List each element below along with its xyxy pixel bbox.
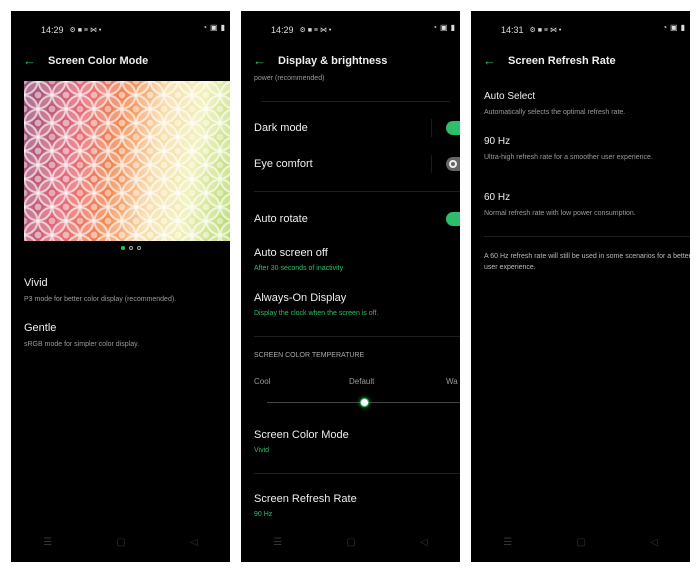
page-title: Display & brightness xyxy=(278,54,388,67)
option-label: Vivid xyxy=(24,277,48,289)
menu-icon[interactable]: ☰ xyxy=(273,537,282,548)
preview-image-citrus[interactable] xyxy=(24,81,230,241)
temp-default-label: Default xyxy=(349,377,375,386)
status-time: 14:29 xyxy=(41,25,64,35)
option-label: 60 Hz xyxy=(484,192,511,203)
back-icon[interactable]: ◁ xyxy=(650,537,658,548)
status-bar: 14:31 ⚙ ■ ≡ ⋈ • ◔▣▮ xyxy=(501,23,690,37)
home-icon[interactable]: ▢ xyxy=(116,537,125,548)
nav-bar: ☰ ▢ ◁ xyxy=(11,537,230,548)
status-time: 14:29 xyxy=(271,25,294,35)
dot[interactable] xyxy=(129,246,133,250)
page-title: Screen Refresh Rate xyxy=(508,54,616,67)
section-heading: SCREEN COLOR TEMPERATURE xyxy=(254,352,365,359)
status-icons: ⚙ ■ ≡ ⋈ • xyxy=(69,27,102,34)
nav-bar: ☰ ▢ ◁ xyxy=(241,537,460,548)
eye-comfort-toggle[interactable] xyxy=(446,157,460,171)
status-time: 14:31 xyxy=(501,25,524,35)
back-icon[interactable]: ◁ xyxy=(190,537,198,548)
menu-icon[interactable]: ☰ xyxy=(503,537,512,548)
menu-icon[interactable]: ☰ xyxy=(43,537,52,548)
dot[interactable] xyxy=(121,246,125,250)
back-arrow-icon[interactable]: ← xyxy=(483,53,496,68)
option-desc: P3 mode for better color display (recomm… xyxy=(24,296,177,303)
row-label: Auto screen off xyxy=(254,247,328,259)
status-icons: ⚙ ■ ≡ ⋈ • xyxy=(299,27,332,34)
back-arrow-icon[interactable]: ← xyxy=(253,53,266,68)
cut-off-text: power (recommended) xyxy=(254,75,325,82)
phone-display-brightness: 14:29 ⚙ ■ ≡ ⋈ • ◔▣▮ ← Display & brightness … xyxy=(241,11,460,562)
signal-battery-icon: ◔▣▮ xyxy=(432,23,458,32)
page-title: Screen Color Mode xyxy=(48,54,149,67)
status-bar: 14:29 ⚙ ■ ≡ ⋈ • ◔▣▮ xyxy=(271,23,460,37)
row-value: After 30 seconds of inactivity xyxy=(254,265,344,272)
option-desc: Automatically selects the optimal refres… xyxy=(484,109,626,116)
row-label: Dark mode xyxy=(254,122,308,134)
option-desc: sRGB mode for simpler color display. xyxy=(24,341,140,348)
row-label: Screen Refresh Rate xyxy=(254,493,357,505)
option-label: 90 Hz xyxy=(484,136,511,147)
option-desc: Ultra-high refresh rate for a smoother u… xyxy=(484,154,653,161)
signal-battery-icon: ◔▣▮ xyxy=(202,23,228,32)
row-value: Display the clock when the screen is off… xyxy=(254,310,379,317)
option-desc: Normal refresh rate with low power consu… xyxy=(484,210,636,217)
auto-rotate-toggle[interactable] xyxy=(446,212,460,226)
back-icon[interactable]: ◁ xyxy=(420,537,428,548)
phone-screen-color-mode: 14:29 ⚙ ■ ≡ ⋈ • ◔▣▮ ← Screen Color Mode Viv… xyxy=(11,11,230,562)
signal-battery-icon: ◔▣▮ xyxy=(662,23,688,32)
home-icon[interactable]: ▢ xyxy=(576,537,585,548)
dark-mode-toggle[interactable] xyxy=(446,121,460,135)
color-temperature-slider[interactable] xyxy=(267,398,460,407)
slider-knob[interactable] xyxy=(359,398,369,407)
row-value: Vivid xyxy=(254,447,270,454)
temp-warm-label: Wa xyxy=(446,377,458,386)
phone-screen-refresh-rate: 14:31 ⚙ ■ ≡ ⋈ • ◔▣▮ ← Screen Refresh Rate A… xyxy=(471,11,690,562)
status-bar: 14:29 ⚙ ■ ≡ ⋈ • ◔▣▮ xyxy=(41,23,230,37)
page-indicator xyxy=(121,246,141,250)
row-value: 90 Hz xyxy=(254,511,273,518)
footnote: A 60 Hz refresh rate will still be used … xyxy=(484,253,690,271)
back-arrow-icon[interactable]: ← xyxy=(23,53,36,68)
status-icons: ⚙ ■ ≡ ⋈ • xyxy=(529,27,562,34)
row-label: Screen Color Mode xyxy=(254,429,349,441)
row-label: Auto rotate xyxy=(254,213,308,225)
row-label: Always-On Display xyxy=(254,292,347,304)
dot[interactable] xyxy=(137,246,141,250)
home-icon[interactable]: ▢ xyxy=(346,537,355,548)
row-label: Eye comfort xyxy=(254,158,313,170)
temp-cool-label: Cool xyxy=(254,377,271,386)
option-label: Gentle xyxy=(24,322,57,334)
option-label: Auto Select xyxy=(484,91,536,102)
nav-bar: ☰ ▢ ◁ xyxy=(471,537,690,548)
